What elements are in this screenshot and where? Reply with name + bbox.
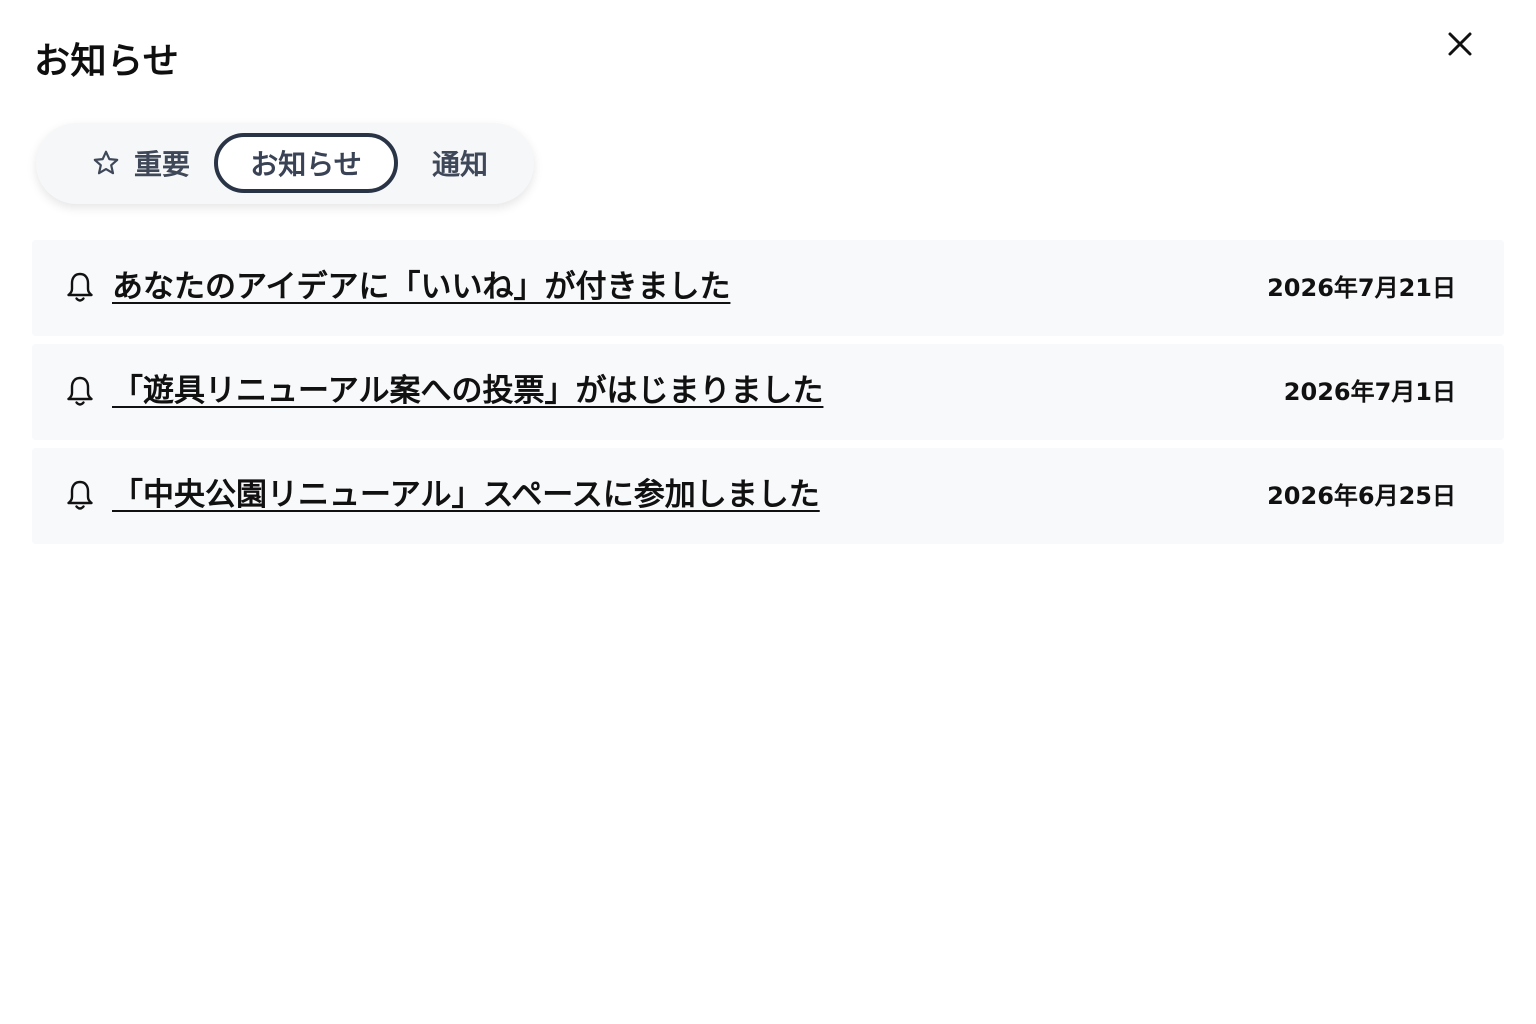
close-icon — [1448, 32, 1472, 56]
bell-icon — [67, 376, 93, 406]
tab-notifications-label: 通知 — [431, 148, 488, 181]
notice-item[interactable]: 「遊具リニューアル案への投票」がはじまりました 2026年7月1日 — [32, 344, 1504, 440]
dialog-title: お知らせ — [34, 41, 180, 82]
notice-item[interactable]: 「中央公園リニューアル」スペースに参加しました 2026年6月25日 — [32, 448, 1504, 544]
notice-date: 2026年7月21日 — [1267, 274, 1456, 302]
notifications-dialog: お知らせ 重要 お知らせ 通知 あなたのアイデアに「いいね」が付きました 202… — [0, 0, 1536, 1024]
tab-news-label: お知らせ — [250, 148, 362, 181]
tab-important-label: 重要 — [133, 148, 190, 181]
notice-title-link[interactable]: 「遊具リニューアル案への投票」がはじまりました — [112, 370, 823, 412]
notice-title-link[interactable]: あなたのアイデアに「いいね」が付きました — [112, 266, 730, 308]
bell-icon — [67, 272, 93, 302]
tab-news[interactable]: お知らせ — [214, 133, 398, 193]
tab-notifications[interactable]: 通知 — [410, 133, 510, 193]
notice-item[interactable]: あなたのアイデアに「いいね」が付きました 2026年7月21日 — [32, 240, 1504, 336]
tab-important[interactable]: 重要 — [66, 133, 216, 193]
notice-title-link[interactable]: 「中央公園リニューアル」スペースに参加しました — [112, 474, 820, 516]
bell-icon — [67, 480, 93, 510]
close-button[interactable] — [1436, 20, 1484, 68]
notice-date: 2026年7月1日 — [1283, 378, 1456, 406]
notice-list: あなたのアイデアに「いいね」が付きました 2026年7月21日 「遊具リニューア… — [32, 240, 1504, 552]
star-icon — [93, 150, 119, 175]
tab-group: 重要 お知らせ 通知 — [36, 123, 534, 204]
notice-date: 2026年6月25日 — [1267, 482, 1456, 510]
